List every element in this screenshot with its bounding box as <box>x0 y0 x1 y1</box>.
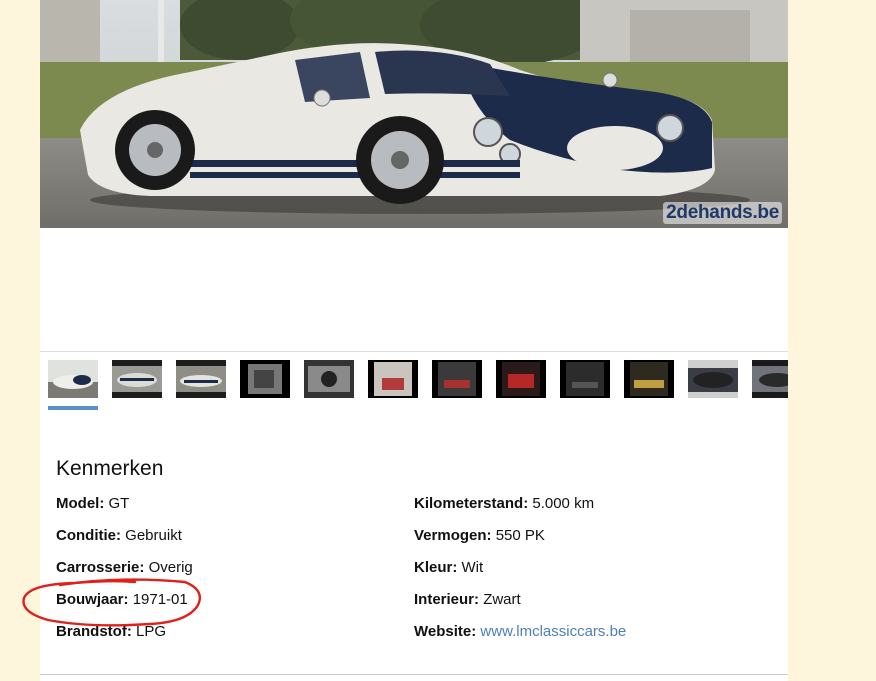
spec-label: Carrosserie: <box>56 559 145 576</box>
spec-value: Wit <box>461 559 484 576</box>
thumbnail-10[interactable] <box>624 360 674 398</box>
spec-website: Website: www.lmclassiccars.be <box>414 623 626 640</box>
spec-value: Zwart <box>483 591 521 608</box>
thumbnail-12[interactable] <box>752 360 788 398</box>
spec-value: Gebruikt <box>125 527 182 544</box>
thumbnail-3[interactable] <box>176 360 226 398</box>
website-link[interactable]: www.lmclassiccars.be <box>480 623 626 640</box>
spec-carrosserie: Carrosserie: Overig <box>56 559 193 576</box>
spec-value: LPG <box>136 623 167 640</box>
listing-panel: 2dehands.be Kenmerken Model: GT Conditie… <box>40 0 788 681</box>
spec-brandstof: Brandstof: LPG <box>56 623 166 640</box>
spec-kleur: Kleur: Wit <box>414 559 483 576</box>
spec-label: Kleur: <box>414 559 458 576</box>
watermark-logo: 2dehands.be <box>663 202 782 224</box>
spec-interieur: Interieur: Zwart <box>414 591 521 608</box>
spec-value: GT <box>108 495 130 512</box>
thumbnail-8[interactable] <box>496 360 546 398</box>
thumbnail-7[interactable] <box>432 360 482 398</box>
specs-heading: Kenmerken <box>56 457 164 480</box>
car-photo <box>40 0 788 228</box>
thumbnail-1[interactable] <box>48 360 98 398</box>
spec-label: Kilometerstand: <box>414 495 529 512</box>
spec-value: 1971-01 <box>132 591 188 608</box>
spec-value: 5.000 km <box>532 495 595 512</box>
spec-model: Model: GT <box>56 495 129 512</box>
spec-vermogen: Vermogen: 550 PK <box>414 527 545 544</box>
thumbnail-6[interactable] <box>368 360 418 398</box>
gallery-divider <box>40 351 788 352</box>
spec-label: Bouwjaar: <box>56 591 129 608</box>
spec-conditie: Conditie: Gebruikt <box>56 527 182 544</box>
spec-label: Interieur: <box>414 591 480 608</box>
spec-label: Vermogen: <box>414 527 492 544</box>
thumbnail-5[interactable] <box>304 360 354 398</box>
thumbnail-11[interactable] <box>688 360 738 398</box>
main-photo[interactable]: 2dehands.be <box>40 0 788 228</box>
spec-label: Conditie: <box>56 527 121 544</box>
spec-value: Overig <box>148 559 193 576</box>
thumbnail-strip <box>48 360 788 410</box>
spec-bouwjaar: Bouwjaar: 1971-01 <box>56 591 188 608</box>
thumbnail-2[interactable] <box>112 360 162 398</box>
spec-kilometerstand: Kilometerstand: 5.000 km <box>414 495 594 512</box>
spec-label: Brandstof: <box>56 623 132 640</box>
spec-label: Model: <box>56 495 105 512</box>
active-thumbnail-indicator <box>48 406 98 410</box>
section-divider <box>40 674 788 675</box>
spec-value: 550 PK <box>495 527 545 544</box>
thumbnail-4[interactable] <box>240 360 290 398</box>
spec-label: Website: <box>414 623 477 640</box>
thumbnail-9[interactable] <box>560 360 610 398</box>
